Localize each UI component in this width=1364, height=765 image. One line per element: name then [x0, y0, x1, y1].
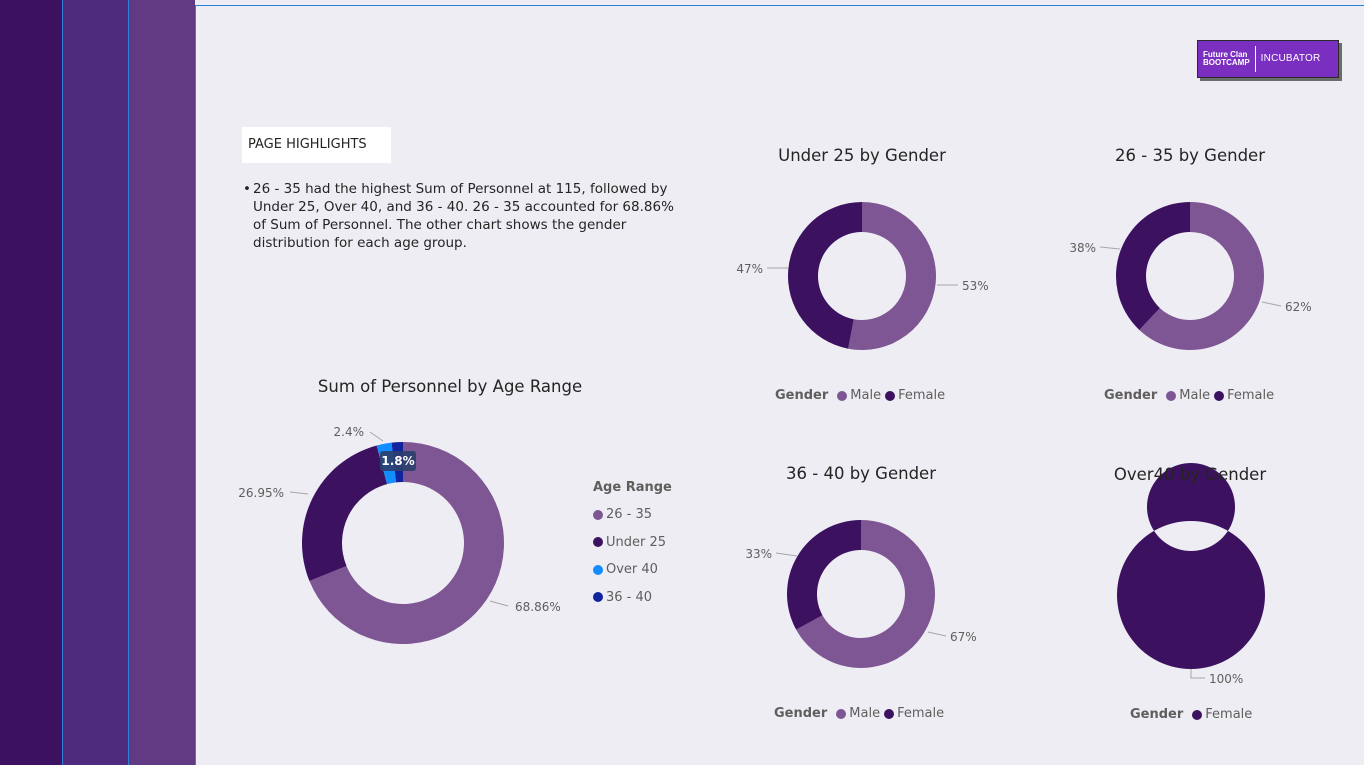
legend-label: Female	[897, 706, 945, 721]
legend-label: Over 40	[606, 562, 658, 578]
age-range-chart-title: Sum of Personnel by Age Range	[317, 377, 583, 396]
legend-title: Gender	[774, 706, 828, 721]
highlights-bullet: •	[243, 181, 251, 197]
data-label: 33%	[745, 547, 772, 561]
bootcamp-logo: Future Clan BOOTCAMP INCUBATOR	[1197, 40, 1339, 78]
legend-title: Gender	[1104, 388, 1158, 403]
legend-dot	[837, 390, 848, 401]
nav-stripe-1	[0, 0, 62, 765]
logo-left-line2: BOOTCAMP	[1203, 58, 1250, 67]
highlights-body: 26 - 35 had the highest Sum of Personnel…	[253, 181, 674, 251]
legend-dot	[593, 537, 603, 548]
legend-dot	[1192, 709, 1203, 720]
nav-stripe-3	[128, 0, 195, 765]
age-legend-title: Age Range	[593, 480, 672, 495]
legend-label: Male	[850, 388, 882, 403]
data-label: 47%	[736, 262, 763, 276]
legend-item-male[interactable]: Male	[1166, 388, 1210, 403]
over40-gender-legend: Gender Female	[1130, 707, 1256, 722]
page-highlights-text: • 26 - 35 had the highest Sum of Personn…	[243, 180, 675, 252]
data-label: 1.8%	[381, 454, 414, 468]
logo-right-text: INCUBATOR	[1260, 53, 1321, 64]
legend-label: Male	[849, 706, 881, 721]
legend-label: Female	[1227, 388, 1275, 403]
data-label: 67%	[950, 630, 977, 644]
26-35-chart-title: 26 - 35 by Gender	[1115, 146, 1265, 165]
age-legend-item-36-40[interactable]: 36 - 40	[593, 584, 672, 612]
age-legend-item-under-25[interactable]: Under 25	[593, 529, 672, 557]
36-40-chart-title: 36 - 40 by Gender	[786, 464, 936, 483]
legend-title: Gender	[1130, 707, 1184, 722]
legend-label: 26 - 35	[606, 507, 653, 523]
26-35-gender-legend: Gender Male Female	[1104, 388, 1278, 403]
data-label: 62%	[1285, 300, 1312, 314]
legend-dot	[593, 564, 603, 575]
page-highlights-title: PAGE HIGHLIGHTS	[242, 127, 391, 163]
age-range-legend: Age Range 26 - 35 Under 25 Over 40 36 - …	[593, 480, 672, 611]
over40-chart-title: Over40 by Gender	[1113, 465, 1267, 484]
legend-dot	[1166, 390, 1177, 401]
legend-item-female[interactable]: Female	[884, 706, 944, 721]
legend-item-female[interactable]: Female	[885, 388, 945, 403]
legend-label: Female	[898, 388, 946, 403]
legend-dot	[885, 390, 896, 401]
legend-dot	[884, 708, 895, 719]
legend-label: Female	[1205, 707, 1253, 722]
legend-dot	[593, 509, 603, 520]
legend-title: Gender	[775, 388, 829, 403]
legend-label: 36 - 40	[606, 589, 653, 605]
data-label: 38%	[1069, 241, 1096, 255]
legend-item-male[interactable]: Male	[836, 706, 880, 721]
data-label: 100%	[1209, 672, 1243, 686]
under-25-chart-title: Under 25 by Gender	[778, 146, 946, 165]
legend-dot	[836, 708, 847, 719]
logo-left: Future Clan BOOTCAMP	[1203, 51, 1250, 67]
data-label: 53%	[962, 279, 989, 293]
under-25-gender-legend: Gender Male Female	[775, 388, 949, 403]
legend-dot	[1214, 390, 1225, 401]
legend-item-female[interactable]: Female	[1192, 707, 1252, 722]
age-legend-item-over-40[interactable]: Over 40	[593, 556, 672, 584]
nav-stripe-2	[62, 0, 129, 765]
legend-label: Under 25	[606, 534, 667, 550]
data-label: 26.95%	[238, 486, 284, 500]
data-label: 2.4%	[334, 425, 365, 439]
36-40-gender-legend: Gender Male Female	[774, 706, 948, 721]
age-legend-item-26-35[interactable]: 26 - 35	[593, 501, 672, 529]
legend-label: Male	[1179, 388, 1211, 403]
logo-separator	[1254, 46, 1256, 72]
legend-item-female[interactable]: Female	[1214, 388, 1274, 403]
legend-dot	[593, 592, 603, 603]
data-label: 68.86%	[515, 600, 561, 614]
legend-item-male[interactable]: Male	[837, 388, 881, 403]
